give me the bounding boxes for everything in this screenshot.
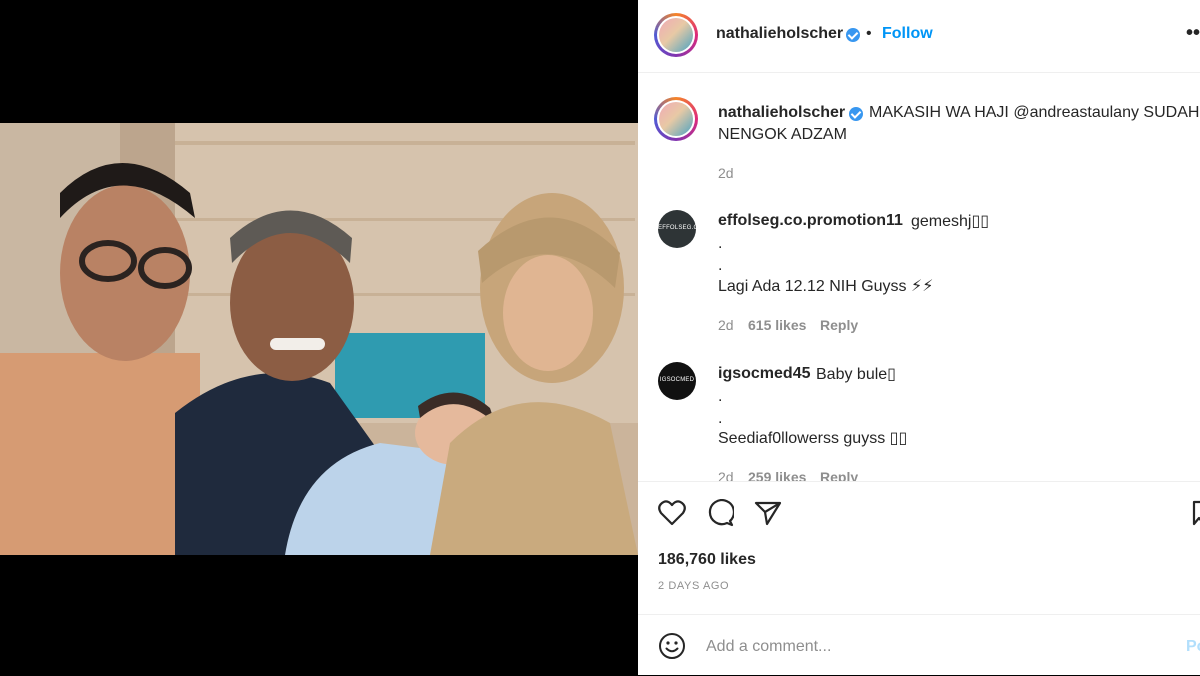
post-timestamp[interactable]: 2 DAYS AGO [658, 580, 729, 592]
bookmark-icon[interactable] [1192, 500, 1200, 526]
comment-time[interactable]: 2d [718, 317, 734, 333]
emoji-icon[interactable] [658, 632, 686, 660]
heart-icon[interactable] [658, 500, 686, 526]
comment-text-line: . [718, 388, 723, 405]
comment-username[interactable]: effolseg.co.promotion11 [718, 212, 903, 230]
comment-username[interactable]: igsocmed45 [718, 365, 810, 383]
add-comment-bar: Add a comment... Po [638, 614, 1200, 676]
comment-text-line: gemeshj▯▯ [911, 213, 990, 230]
commenter-avatar[interactable]: EFFOLSEG.CO [658, 210, 703, 248]
caption-username[interactable]: nathalieholscher [718, 104, 845, 122]
author-username[interactable]: nathalieholscher [716, 25, 843, 43]
comment-likes[interactable]: 615 likes [748, 317, 806, 333]
follow-button[interactable]: Follow [882, 25, 933, 43]
caption-text-line1: MAKASIH WA HAJI @andreastaulany SUDAH [869, 104, 1200, 121]
comment-reply-button[interactable]: Reply [820, 469, 858, 481]
author-avatar[interactable] [654, 13, 698, 57]
post-actions: 186,760 likes 2 DAYS AGO [638, 481, 1200, 615]
commenter-avatar[interactable]: IGSOCMED [658, 362, 696, 400]
comment-text-line: Seediaf0llowerss guyss ▯▯ [718, 430, 908, 447]
post-comment-button[interactable]: Po [1186, 638, 1200, 656]
comment-time[interactable]: 2d [718, 469, 734, 481]
commenter-avatar-text: IGSOCMED [659, 377, 695, 383]
comment-text-line: . [718, 257, 723, 274]
comment-icon[interactable] [706, 499, 734, 527]
share-icon[interactable] [754, 500, 782, 526]
verified-icon [849, 107, 863, 121]
comment-text-line: Lagi Ada 12.12 NIH Guyss ⚡⚡ [718, 278, 934, 295]
comment-likes[interactable]: 259 likes [748, 469, 806, 481]
comments-section[interactable]: nathalieholscher MAKASIH WA HAJI @andrea… [638, 73, 1200, 481]
post-photo[interactable] [0, 123, 638, 555]
post-header: nathalieholscher • Follow ••• [638, 0, 1200, 73]
verified-icon [846, 28, 860, 42]
caption-text-line2: NENGOK ADZAM [718, 126, 847, 143]
comment-input[interactable]: Add a comment... [706, 638, 831, 656]
comment-text-line: . [718, 410, 723, 427]
commenter-avatar-text: EFFOLSEG.CO [658, 225, 703, 231]
more-options-icon[interactable]: ••• [1186, 22, 1200, 45]
post-media [0, 0, 638, 675]
likes-count[interactable]: 186,760 likes [658, 551, 756, 569]
comment-reply-button[interactable]: Reply [820, 317, 858, 333]
comment-text-line: Baby bule▯ [816, 366, 896, 383]
comment-text-line: . [718, 235, 723, 252]
caption-time[interactable]: 2d [718, 165, 734, 181]
caption-avatar[interactable] [654, 97, 698, 141]
post-panel: nathalieholscher • Follow ••• nathalieho… [638, 0, 1200, 675]
separator-dot: • [866, 25, 872, 42]
